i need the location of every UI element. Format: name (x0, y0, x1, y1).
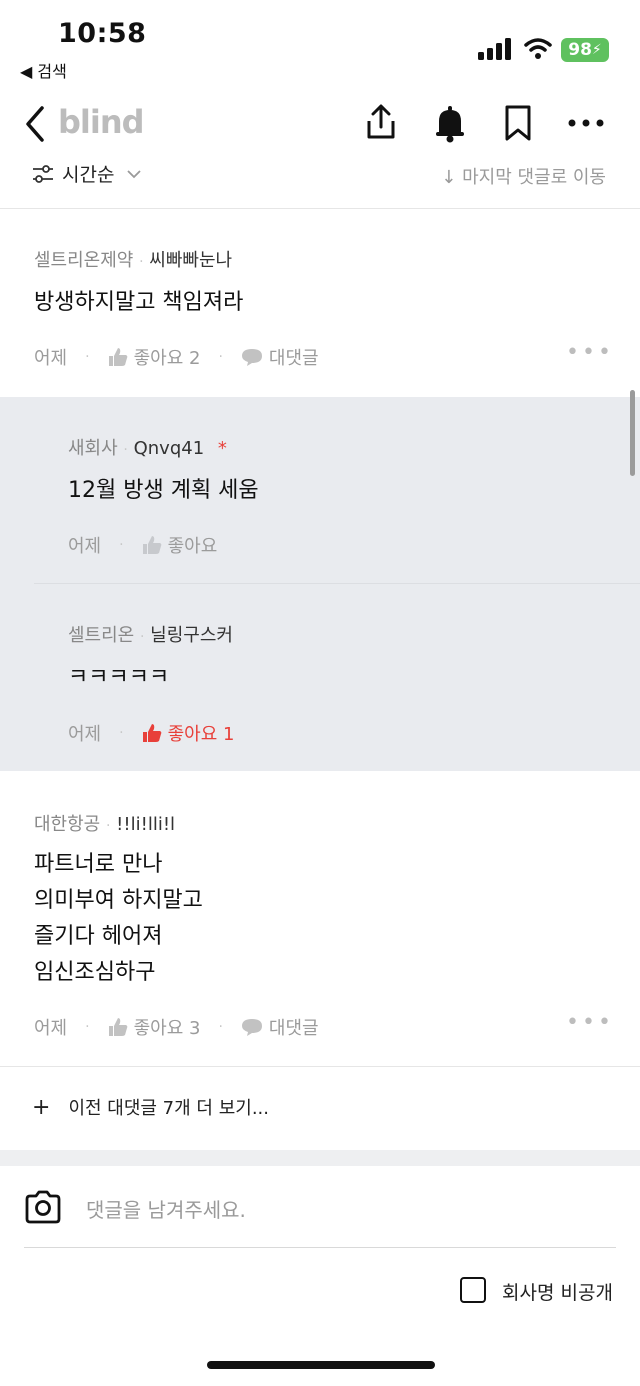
like-label: 좋아요 (167, 536, 218, 557)
like-count: 좋아요 3 (133, 1018, 201, 1039)
chevron-down-icon (127, 169, 142, 178)
separator-dot: · (85, 1019, 90, 1035)
separator-dot: · (119, 725, 124, 741)
comment-more-icon[interactable]: ••• (566, 340, 614, 365)
company-name: 대한항공 (34, 814, 101, 835)
reply-text: 12월 방생 계획 세움 (68, 478, 259, 503)
comment-actions: 어제 · 좋아요 3 · 대댓글 (34, 1014, 319, 1040)
reply-label: 대댓글 (268, 1018, 319, 1039)
like-button[interactable]: 좋아요 (142, 532, 218, 558)
hide-company-label: 회사명 비공개 (502, 1282, 613, 1304)
like-count: 좋아요 2 (133, 348, 201, 369)
speech-bubble-icon (241, 349, 262, 366)
jump-to-last-comment-link[interactable]: ↓ 마지막 댓글로 이동 (441, 163, 606, 189)
plus-icon: + (32, 1094, 51, 1120)
share-icon[interactable] (361, 103, 401, 143)
home-indicator (207, 1361, 435, 1369)
like-button[interactable]: 좋아요 2 (108, 344, 201, 370)
load-more-label: 이전 대댓글 7개 더 보기... (68, 1098, 269, 1119)
reply-button[interactable]: 대댓글 (241, 1014, 319, 1040)
wifi-icon (524, 38, 552, 59)
filter-sliders-icon (33, 164, 53, 183)
thumbs-up-icon (108, 1018, 127, 1036)
thumbs-up-icon (108, 348, 127, 366)
comment-actions: 어제 · 좋아요 2 · 대댓글 (34, 344, 319, 370)
comment-line: 파트너로 만나 (34, 852, 163, 877)
separator-dot: · (119, 537, 124, 553)
reply-author: 셀트리온 · 닐링구스커 (68, 621, 233, 647)
status-time: 10:58 (58, 18, 147, 49)
reply-button[interactable]: 대댓글 (241, 344, 319, 370)
like-button-active[interactable]: 좋아요 1 (142, 720, 235, 746)
separator-dot: · (139, 254, 144, 270)
divider (0, 1066, 640, 1067)
nickname: 씨빠빠눈나 (149, 250, 233, 271)
comment-author: 셀트리온제약 · 씨빠빠눈나 (34, 246, 232, 272)
comment-author: 대한항공 · !!li!lli!l (34, 810, 175, 836)
nickname: !!li!lli!l (116, 814, 176, 835)
reply-time: 어제 (68, 724, 102, 745)
company-name: 셀트리온 (68, 625, 135, 646)
load-more-replies-button[interactable]: + 이전 대댓글 7개 더 보기... (32, 1094, 269, 1120)
separator-dot: · (218, 349, 223, 365)
separator-dot: · (218, 1019, 223, 1035)
separator-dot: · (105, 818, 111, 834)
bookmark-icon[interactable] (498, 103, 538, 143)
thumbs-up-icon (142, 536, 161, 554)
reply-text: ㅋㅋㅋㅋㅋ (68, 665, 170, 690)
reply-time: 어제 (68, 536, 102, 557)
app-logo: blind (58, 103, 145, 141)
comment-line: 의미부여 하지말고 (34, 888, 203, 913)
scrollbar[interactable] (630, 390, 635, 476)
separator-dot: · (85, 349, 90, 365)
battery-level: 98 (568, 40, 592, 60)
separator-dot: · (139, 629, 145, 645)
camera-icon[interactable] (24, 1190, 62, 1224)
cellular-signal-icon (478, 38, 511, 60)
comment-line: 임신조심하구 (34, 960, 156, 985)
divider (34, 583, 640, 584)
section-separator (0, 1150, 640, 1166)
nickname: Qnvq41 (133, 438, 205, 459)
reply-actions: 어제 · 좋아요 (68, 532, 217, 558)
sort-label: 시간순 (62, 164, 115, 186)
back-to-app-link[interactable]: ◀ 검색 (20, 58, 67, 82)
hide-company-checkbox[interactable] (460, 1277, 486, 1303)
divider (0, 208, 640, 209)
notification-bell-icon[interactable] (430, 103, 470, 143)
sort-dropdown[interactable]: 시간순 (32, 160, 142, 187)
thumbs-up-icon (142, 724, 161, 742)
reply-label: 대댓글 (268, 348, 319, 369)
author-mark: * (217, 438, 227, 459)
reply-author: 새회사 · Qnvq41 * (68, 434, 227, 460)
comment-time: 어제 (34, 348, 68, 369)
comment-text: 파트너로 만나 의미부여 하지말고 즐기다 헤어져 임신조심하구 (34, 847, 203, 991)
speech-bubble-icon (241, 1019, 262, 1036)
comment-time: 어제 (34, 1018, 68, 1039)
company-name: 새회사 (68, 438, 118, 459)
comment-more-icon[interactable]: ••• (566, 1010, 614, 1035)
like-count: 좋아요 1 (167, 724, 235, 745)
like-button[interactable]: 좋아요 3 (108, 1014, 201, 1040)
back-arrow-icon[interactable] (20, 102, 54, 146)
separator-dot: · (123, 442, 128, 458)
comment-input[interactable]: 댓글을 남겨주세요. (86, 1194, 246, 1223)
input-underline (24, 1247, 616, 1248)
battery-indicator: 98 ⚡ (561, 38, 609, 62)
charging-icon: ⚡ (591, 42, 602, 58)
comment-line: 즐기다 헤어져 (34, 924, 163, 949)
company-name: 셀트리온제약 (34, 250, 134, 271)
nickname: 닐링구스커 (150, 625, 233, 646)
more-options-icon[interactable] (566, 103, 606, 143)
reply-actions: 어제 · 좋아요 1 (68, 720, 234, 746)
comment-text: 방생하지말고 책임져라 (34, 290, 244, 315)
